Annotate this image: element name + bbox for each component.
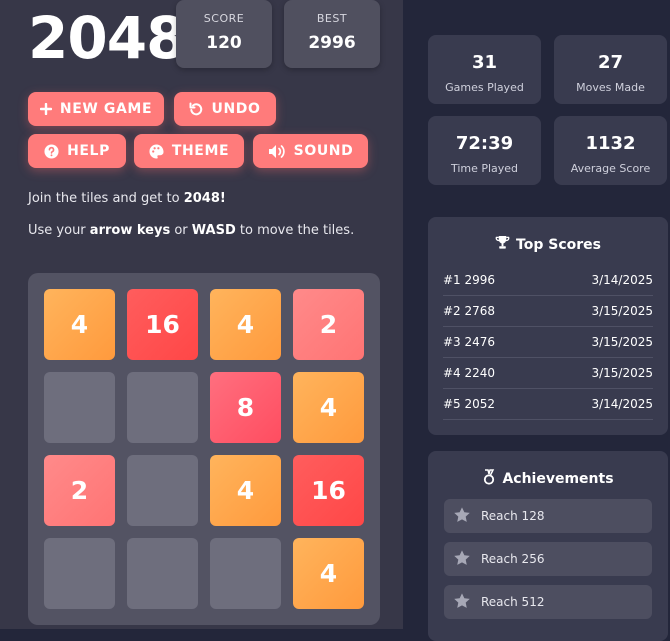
achievement-item: Reach 256 xyxy=(444,542,652,576)
tile: 2 xyxy=(293,289,364,360)
moves-made-value: 27 xyxy=(597,52,624,73)
star-icon xyxy=(452,549,472,570)
tile: 4 xyxy=(293,372,364,443)
achievements-heading: Achievements xyxy=(428,469,668,489)
top-scores-title: Top Scores xyxy=(516,236,601,253)
top-scores-panel: Top Scores #1 2996 3/14/2025 #2 2768 3/15/2… xyxy=(428,217,668,435)
top-score-rank: #5 2052 xyxy=(443,396,496,411)
tile: 8 xyxy=(210,372,281,443)
average-score-label: Average Score xyxy=(570,162,651,175)
star-icon xyxy=(452,506,472,527)
trophy-icon xyxy=(495,235,510,254)
speaker-icon xyxy=(268,144,286,159)
empty-cell xyxy=(127,455,198,526)
help-button[interactable]: HELP xyxy=(28,134,126,168)
tile: 4 xyxy=(210,455,281,526)
empty-cell xyxy=(210,538,281,609)
tile: 4 xyxy=(210,289,281,360)
achievements-title: Achievements xyxy=(502,471,614,487)
stat-time-played: 72:39 Time Played xyxy=(428,116,541,185)
empty-cell xyxy=(127,372,198,443)
question-circle-icon xyxy=(44,143,59,159)
top-score-date: 3/14/2025 xyxy=(591,272,653,287)
top-score-row: #5 2052 3/14/2025 xyxy=(443,388,653,420)
average-score-value: 1132 xyxy=(585,133,636,154)
time-played-label: Time Played xyxy=(450,162,519,175)
achievements-panel: Achievements Reach 128 Reach 256 Reach 512 xyxy=(428,451,668,641)
undo-label: UNDO xyxy=(211,101,261,117)
new-game-button[interactable]: NEW GAME xyxy=(28,92,164,126)
top-score-date: 3/14/2025 xyxy=(591,396,653,411)
plus-icon xyxy=(39,103,52,115)
top-score-rank: #3 2476 xyxy=(443,334,496,349)
top-score-row: #1 2996 3/14/2025 xyxy=(443,264,653,296)
moves-made-label: Moves Made xyxy=(576,81,645,94)
top-score-date: 3/15/2025 xyxy=(591,303,653,318)
game-title: 2048 xyxy=(28,4,186,72)
top-score-row: #2 2768 3/15/2025 xyxy=(443,295,653,327)
top-score-row: #4 2240 3/15/2025 xyxy=(443,357,653,389)
achievement-item: Reach 512 xyxy=(444,585,652,619)
top-score-rank: #2 2768 xyxy=(443,303,496,318)
empty-cell xyxy=(44,538,115,609)
games-played-value: 31 xyxy=(471,52,498,73)
tile: 16 xyxy=(127,289,198,360)
sound-label: SOUND xyxy=(293,143,354,159)
undo-icon xyxy=(189,102,203,116)
goal-text: Join the tiles and get to 2048! xyxy=(28,191,226,206)
time-played-value: 72:39 xyxy=(455,133,514,154)
achievement-item: Reach 128 xyxy=(444,499,652,533)
empty-cell xyxy=(44,372,115,443)
achievement-label: Reach 512 xyxy=(481,595,545,609)
stat-games-played: 31 Games Played xyxy=(428,35,541,104)
games-played-label: Games Played xyxy=(445,81,524,94)
palette-icon xyxy=(149,143,164,159)
top-scores-heading: Top Scores xyxy=(428,235,668,254)
achievement-label: Reach 256 xyxy=(481,552,545,566)
top-score-rank: #1 2996 xyxy=(443,272,496,287)
help-label: HELP xyxy=(67,143,110,159)
game-panel: 2048 SCORE 120 BEST 2996 NEW GAME UNDO H… xyxy=(0,0,403,629)
top-score-date: 3/15/2025 xyxy=(591,334,653,349)
theme-button[interactable]: THEME xyxy=(134,134,244,168)
new-game-label: NEW GAME xyxy=(59,101,153,117)
sound-button[interactable]: SOUND xyxy=(253,134,368,168)
tile: 2 xyxy=(44,455,115,526)
medal-icon xyxy=(482,469,496,489)
best-label: BEST xyxy=(316,12,348,25)
top-score-date: 3/15/2025 xyxy=(591,365,653,380)
tile: 4 xyxy=(44,289,115,360)
star-icon xyxy=(452,592,472,613)
tile: 16 xyxy=(293,455,364,526)
controls-text: Use your arrow keys or WASD to move the … xyxy=(28,223,355,238)
stat-moves-made: 27 Moves Made xyxy=(554,35,667,104)
score-label: SCORE xyxy=(203,12,245,25)
undo-button[interactable]: UNDO xyxy=(174,92,276,126)
achievement-label: Reach 128 xyxy=(481,509,545,523)
stat-average-score: 1132 Average Score xyxy=(554,116,667,185)
top-score-rank: #4 2240 xyxy=(443,365,496,380)
best-value: 2996 xyxy=(308,33,356,53)
score-value: 120 xyxy=(206,33,242,53)
game-board[interactable]: 4 16 4 2 8 4 2 4 16 4 xyxy=(28,273,380,625)
tile: 4 xyxy=(293,538,364,609)
score-box: SCORE 120 xyxy=(176,0,272,68)
top-score-row: #3 2476 3/15/2025 xyxy=(443,326,653,358)
empty-cell xyxy=(127,538,198,609)
best-box: BEST 2996 xyxy=(284,0,380,68)
theme-label: THEME xyxy=(171,143,230,159)
